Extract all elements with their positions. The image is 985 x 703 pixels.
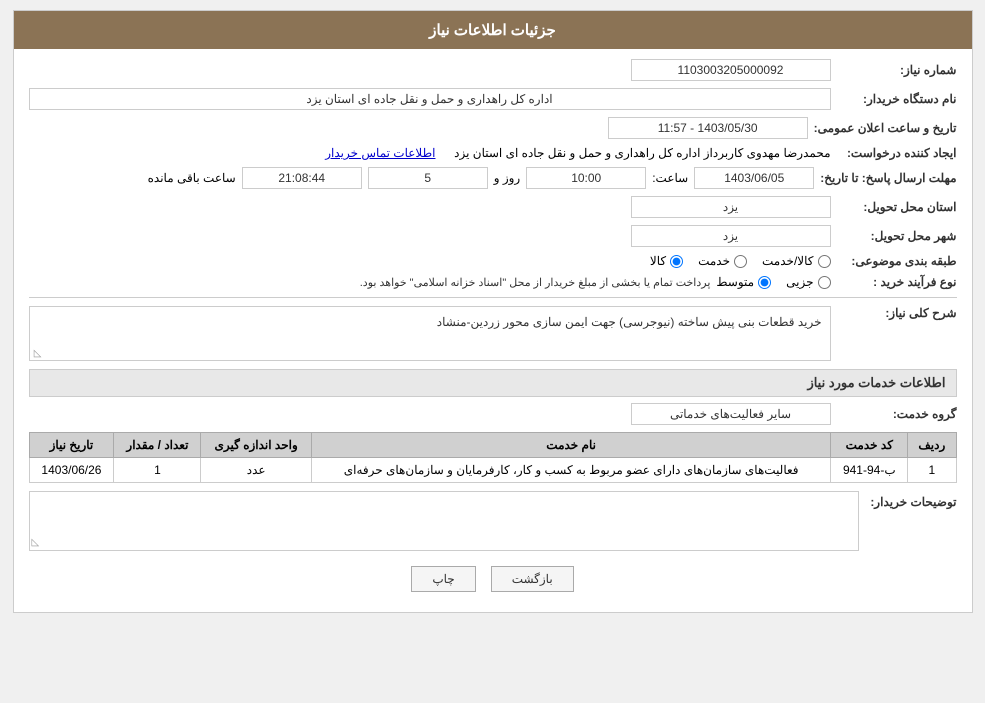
cell-date: 1403/06/26 <box>29 458 114 483</box>
category-row: طبقه بندی موضوعی: کالا/خدمت خدمت کالا <box>29 254 957 268</box>
city-label: شهر محل تحویل: <box>837 229 957 243</box>
col-header-row: ردیف <box>908 433 956 458</box>
service-group-value: سایر فعالیت‌های خدماتی <box>631 403 831 425</box>
need-number-value: 1103003205000092 <box>631 59 831 81</box>
category-option-khedmat[interactable]: خدمت <box>698 254 747 268</box>
deadline-date: 1403/06/05 <box>694 167 814 189</box>
cell-code: ب-94-941 <box>831 458 908 483</box>
purchase-type-option-jozi[interactable]: جزیی <box>786 275 830 289</box>
creator-row: ایجاد کننده درخواست: محمدرضا مهدوی کاربر… <box>29 146 957 160</box>
buyer-notes-box: ◺ <box>29 491 859 551</box>
divider-1 <box>29 297 957 298</box>
service-group-row: گروه خدمت: سایر فعالیت‌های خدماتی <box>29 403 957 425</box>
purchase-type-radio-motavaset[interactable] <box>758 276 771 289</box>
province-label: استان محل تحویل: <box>837 200 957 214</box>
province-value: یزد <box>631 196 831 218</box>
purchase-type-radio-jozi[interactable] <box>818 276 831 289</box>
organization-label: نام دستگاه خریدار: <box>837 92 957 106</box>
category-option-kala-khedmat[interactable]: کالا/خدمت <box>762 254 830 268</box>
purchase-type-label: نوع فرآیند خرید : <box>837 275 957 289</box>
deadline-label: مهلت ارسال پاسخ: تا تاریخ: <box>820 171 956 185</box>
col-header-quantity: تعداد / مقدار <box>114 433 201 458</box>
category-option-kala[interactable]: کالا <box>650 254 683 268</box>
organization-row: نام دستگاه خریدار: اداره کل راهداری و حم… <box>29 88 957 110</box>
category-radio-kala-khedmat[interactable] <box>818 255 831 268</box>
deadline-remaining-label: ساعت باقی مانده <box>148 171 236 185</box>
cell-unit: عدد <box>201 458 311 483</box>
need-description-value: خرید قطعات بنی پیش ساخته (نیوجرسی) جهت ا… <box>437 315 822 329</box>
page-title: جزئیات اطلاعات نیاز <box>14 11 972 49</box>
creator-value: محمدرضا مهدوی کاربرداز اداره کل راهداری … <box>454 146 830 160</box>
purchase-type-option-motavaset[interactable]: متوسط <box>716 275 771 289</box>
announcement-label: تاریخ و ساعت اعلان عمومی: <box>814 121 957 135</box>
buyer-notes-label: توضیحات خریدار: <box>867 491 957 509</box>
need-number-row: شماره نیاز: 1103003205000092 <box>29 59 957 81</box>
announcement-value: 1403/05/30 - 11:57 <box>608 117 808 139</box>
announcement-row: تاریخ و ساعت اعلان عمومی: 1403/05/30 - 1… <box>29 117 957 139</box>
cell-row: 1 <box>908 458 956 483</box>
need-description-box: خرید قطعات بنی پیش ساخته (نیوجرسی) جهت ا… <box>29 306 831 361</box>
service-group-label: گروه خدمت: <box>837 407 957 421</box>
cell-name: فعالیت‌های سازمان‌های دارای عضو مربوط به… <box>311 458 831 483</box>
table-row: 1 ب-94-941 فعالیت‌های سازمان‌های دارای ع… <box>29 458 956 483</box>
deadline-days-label: روز و <box>494 171 521 185</box>
category-radio-group: کالا/خدمت خدمت کالا <box>650 254 831 268</box>
services-table: ردیف کد خدمت نام خدمت واحد اندازه گیری ت… <box>29 432 957 483</box>
category-radio-khedmat[interactable] <box>734 255 747 268</box>
category-label: طبقه بندی موضوعی: <box>837 254 957 268</box>
purchase-type-note: پرداخت تمام یا بخشی از مبلغ خریدار از مح… <box>360 276 711 289</box>
back-button[interactable]: بازگشت <box>491 566 574 592</box>
deadline-row: مهلت ارسال پاسخ: تا تاریخ: 1403/06/05 سا… <box>29 167 957 189</box>
need-number-label: شماره نیاز: <box>837 63 957 77</box>
city-row: شهر محل تحویل: یزد <box>29 225 957 247</box>
deadline-days: 5 <box>368 167 488 189</box>
content-area: شماره نیاز: 1103003205000092 نام دستگاه … <box>14 49 972 612</box>
need-description-row: شرح کلی نیاز: خرید قطعات بنی پیش ساخته (… <box>29 306 957 361</box>
city-value: یزد <box>631 225 831 247</box>
deadline-time-label: ساعت: <box>652 171 688 185</box>
buyer-notes-section: توضیحات خریدار: ◺ <box>29 491 957 551</box>
deadline-time: 10:00 <box>526 167 646 189</box>
header-title: جزئیات اطلاعات نیاز <box>429 22 556 39</box>
resize-handle-notes[interactable]: ◺ <box>32 537 40 548</box>
page-container: جزئیات اطلاعات نیاز شماره نیاز: 11030032… <box>13 10 973 613</box>
province-row: استان محل تحویل: یزد <box>29 196 957 218</box>
services-section-title: اطلاعات خدمات مورد نیاز <box>29 369 957 397</box>
creator-label: ایجاد کننده درخواست: <box>837 146 957 160</box>
purchase-type-radio-group: جزیی متوسط <box>716 275 830 289</box>
services-table-body: 1 ب-94-941 فعالیت‌های سازمان‌های دارای ع… <box>29 458 956 483</box>
resize-handle-description[interactable]: ◺ <box>32 348 42 358</box>
organization-value: اداره کل راهداری و حمل و نقل جاده ای است… <box>29 88 831 110</box>
col-header-code: کد خدمت <box>831 433 908 458</box>
col-header-name: نام خدمت <box>311 433 831 458</box>
contact-link[interactable]: اطلاعات تماس خریدار <box>325 146 435 160</box>
buttons-row: بازگشت چاپ <box>29 566 957 592</box>
col-header-date: تاریخ نیاز <box>29 433 114 458</box>
col-header-unit: واحد اندازه گیری <box>201 433 311 458</box>
category-radio-kala[interactable] <box>670 255 683 268</box>
services-table-head: ردیف کد خدمت نام خدمت واحد اندازه گیری ت… <box>29 433 956 458</box>
print-button[interactable]: چاپ <box>411 566 475 592</box>
purchase-type-row: نوع فرآیند خرید : جزیی متوسط پرداخت تمام… <box>29 275 957 289</box>
need-description-label: شرح کلی نیاز: <box>837 306 957 320</box>
cell-quantity: 1 <box>114 458 201 483</box>
deadline-remaining: 21:08:44 <box>242 167 362 189</box>
services-table-header-row: ردیف کد خدمت نام خدمت واحد اندازه گیری ت… <box>29 433 956 458</box>
